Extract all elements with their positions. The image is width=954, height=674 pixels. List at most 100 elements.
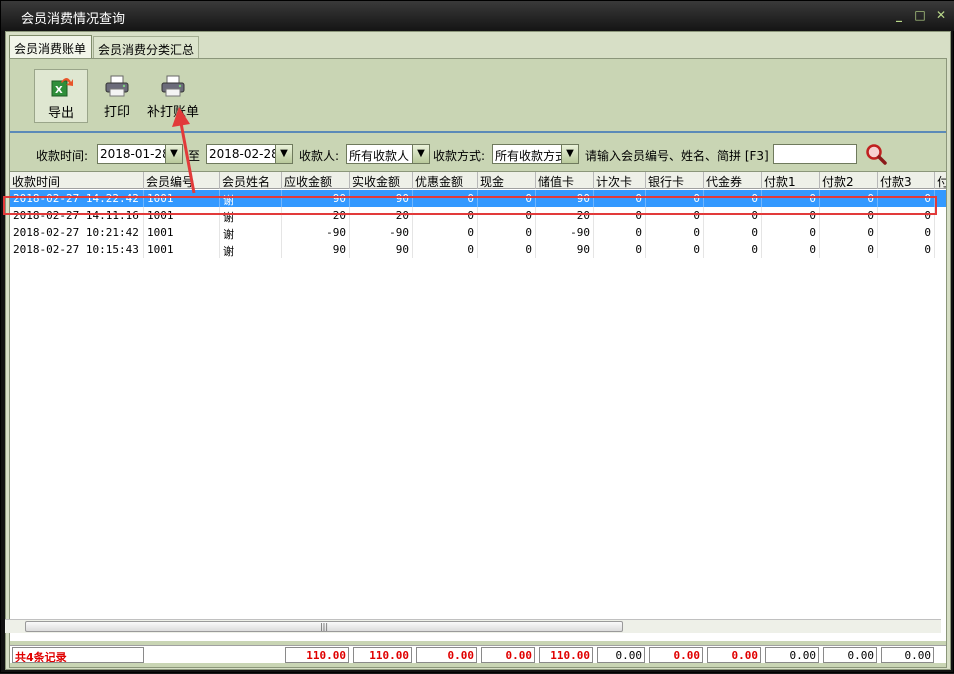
export-label: 导出 (47, 106, 74, 121)
table-cell: 0 (594, 224, 646, 241)
to-label: 至 (188, 149, 201, 163)
table-row[interactable]: 2018-02-27 10:15:43 1001 谢 90 90 0 0 90 0 0 0 0 0 0 (10, 241, 946, 258)
column-header[interactable]: 计次卡 (594, 172, 646, 189)
table-cell: -90 (282, 224, 350, 241)
chevron-down-icon[interactable]: ▼ (412, 145, 429, 163)
table-cell: 0 (762, 224, 820, 241)
print-label: 打印 (103, 105, 130, 120)
table-cell: 90 (350, 241, 413, 258)
table-cell: 0 (704, 241, 762, 258)
payee-label: 收款人: (299, 149, 340, 163)
maximize-icon[interactable]: □ (912, 7, 928, 23)
total-cell: 110.00 (539, 647, 593, 663)
reprint-bill-button[interactable]: 补打账单 (146, 69, 200, 123)
total-cell: 0.00 (649, 647, 703, 663)
table-cell: 0 (820, 224, 878, 241)
column-header[interactable]: 付款2 (820, 172, 878, 189)
scrollbar-thumb[interactable]: ||| (25, 621, 623, 632)
column-header[interactable]: 实收金额 (350, 172, 413, 189)
column-header[interactable]: 付 (935, 172, 946, 189)
excel-export-icon: X (51, 78, 73, 97)
column-header[interactable]: 代金券 (704, 172, 762, 189)
column-header[interactable]: 付款3 (878, 172, 935, 189)
column-header[interactable]: 应收金额 (282, 172, 350, 189)
tab-category-summary[interactable]: 会员消费分类汇总 (93, 36, 199, 58)
highlight-box (3, 196, 937, 215)
window: 会员消费情况查询 _ □ ✕ 会员消费账单 会员消费分类汇总 X 导出 打印 补… (0, 0, 954, 673)
table-cell: 90 (536, 241, 594, 258)
table-cell: 0 (878, 224, 935, 241)
column-header[interactable]: 付款1 (762, 172, 820, 189)
reprint-bill-label: 补打账单 (146, 105, 199, 120)
column-header[interactable]: 银行卡 (646, 172, 704, 189)
table-cell: 90 (282, 241, 350, 258)
column-header[interactable]: 会员姓名 (220, 172, 282, 189)
table-cell: 谢 (220, 241, 282, 258)
column-header[interactable]: 优惠金额 (413, 172, 478, 189)
chevron-down-icon[interactable]: ▼ (165, 145, 182, 163)
column-header[interactable]: 储值卡 (536, 172, 594, 189)
close-icon[interactable]: ✕ (933, 7, 949, 23)
table-cell: 1001 (144, 224, 220, 241)
search-icon[interactable] (865, 143, 887, 165)
title-bar: 会员消费情况查询 _ □ ✕ (1, 1, 954, 31)
record-count: 共4条记录 (12, 647, 144, 663)
payment-method-select[interactable]: 所有收款方式 ▼ (492, 144, 579, 164)
payee-select[interactable]: 所有收款人 ▼ (346, 144, 430, 164)
search-hint: 请输入会员编号、姓名、简拼 [F3] (585, 149, 769, 163)
minimize-icon[interactable]: _ (891, 7, 907, 23)
chevron-down-icon[interactable]: ▼ (275, 145, 292, 163)
table-header: 收款时间 会员编号 会员姓名 应收金额 实收金额 优惠金额 现金 储值卡 计次卡 银行卡 代金券 付款… (10, 172, 946, 189)
payment-method-label: 收款方式: (433, 149, 486, 163)
table-cell: -90 (350, 224, 413, 241)
table-cell: 0 (646, 224, 704, 241)
table-cell: 2018-02-27 10:21:42 (10, 224, 144, 241)
chevron-down-icon[interactable]: ▼ (561, 145, 578, 163)
table-cell: 0 (478, 241, 536, 258)
payment-method-value: 所有收款方式 (495, 149, 568, 163)
column-header[interactable]: 现金 (478, 172, 536, 189)
total-cell: 0.00 (765, 647, 819, 663)
total-cell: 110.00 (285, 647, 349, 663)
table-row[interactable]: 2018-02-27 10:21:42 1001 谢 -90 -90 0 0 -90 0 0 0 0 0… (10, 224, 946, 241)
tab-member-bills[interactable]: 会员消费账单 (9, 35, 92, 59)
payee-value: 所有收款人 (349, 149, 410, 163)
date-to-picker[interactable]: 2018-02-28 ▼ (206, 144, 293, 164)
table-cell: 0 (820, 241, 878, 258)
table-cell: 0 (704, 224, 762, 241)
table-cell: 0 (478, 224, 536, 241)
export-button[interactable]: X 导出 (34, 69, 88, 123)
total-cell: 0.00 (416, 647, 477, 663)
table-cell: 2018-02-27 10:15:43 (10, 241, 144, 258)
toolbar: X 导出 打印 补打账单 (10, 59, 946, 133)
printer-icon (105, 75, 129, 97)
table-cell: 0 (762, 241, 820, 258)
search-input[interactable] (773, 144, 857, 164)
total-cell: 110.00 (353, 647, 412, 663)
filter-bar: 收款时间: 2018-01-28 ▼ 至 2018-02-28 ▼ 收款人: 所… (10, 135, 946, 171)
total-cell: 0.00 (881, 647, 934, 663)
date-from-value: 2018-01-28 (100, 147, 170, 161)
horizontal-scrollbar[interactable]: ||| (5, 619, 941, 633)
date-to-value: 2018-02-28 (209, 147, 279, 161)
totals-row: 共4条记录 110.00 110.00 0.00 0.00 110.00 0.00 0.00… (10, 645, 946, 663)
main-frame: 会员消费账单 会员消费分类汇总 X 导出 打印 补打账单 收款时间: 2018-… (5, 31, 951, 670)
table-cell: 0 (646, 241, 704, 258)
table-cell: 0 (594, 241, 646, 258)
total-cell: 0.00 (823, 647, 877, 663)
total-cell: 0.00 (707, 647, 761, 663)
time-label: 收款时间: (36, 149, 89, 163)
date-from-picker[interactable]: 2018-01-28 ▼ (97, 144, 183, 164)
column-header[interactable]: 收款时间 (10, 172, 144, 189)
print-button[interactable]: 打印 (90, 69, 144, 123)
total-cell: 0.00 (481, 647, 535, 663)
total-cell: 0.00 (597, 647, 645, 663)
tab-panel: X 导出 打印 补打账单 收款时间: 2018-01-28 ▼ 至 2018-0… (9, 58, 947, 668)
table-cell: 0 (878, 241, 935, 258)
table-cell: 谢 (220, 224, 282, 241)
table-cell: 0 (413, 241, 478, 258)
table-cell: 1001 (144, 241, 220, 258)
column-header[interactable]: 会员编号 (144, 172, 220, 189)
table-cell: -90 (536, 224, 594, 241)
window-title: 会员消费情况查询 (21, 12, 126, 27)
